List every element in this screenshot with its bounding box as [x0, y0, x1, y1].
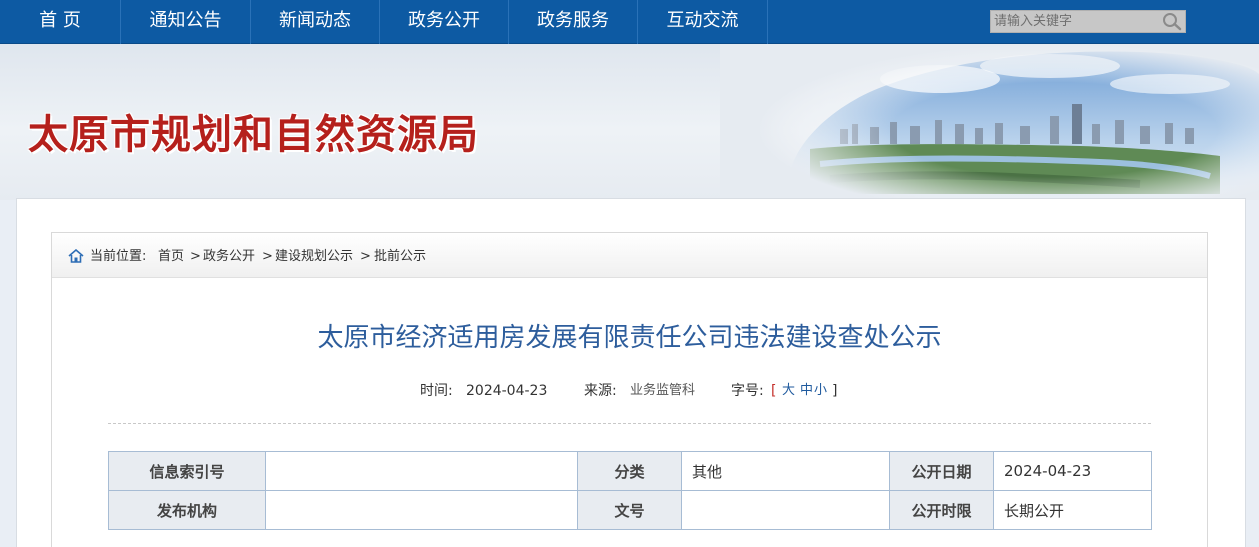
breadcrumb-planning-notice[interactable]: 建设规划公示: [275, 249, 353, 265]
publish-date-header: 公开日期: [889, 451, 994, 491]
breadcrumb-home[interactable]: 首页: [158, 249, 184, 265]
info-table: 信息索引号 分类 其他 公开日期 2024-04-23 发布机构 文号 公开时限…: [108, 451, 1152, 530]
document-number-header: 文号: [577, 490, 682, 530]
nav-interaction[interactable]: 互动交流: [638, 0, 768, 44]
search-button[interactable]: [1160, 11, 1185, 32]
breadcrumb-separator: >: [190, 249, 201, 264]
nav-news[interactable]: 新闻动态: [251, 0, 380, 44]
nav-gov-affairs-open[interactable]: 政务公开: [380, 0, 509, 44]
publisher-value: [265, 490, 578, 530]
source-value: 业务监管科: [630, 383, 696, 398]
home-icon: [68, 249, 84, 263]
publisher-header: 发布机构: [108, 490, 266, 530]
table-row: 信息索引号 分类 其他 公开日期 2024-04-23: [108, 451, 1152, 491]
publish-time: 2024-04-23: [466, 383, 548, 399]
disclosure-period-value: 长期公开: [993, 490, 1152, 530]
publish-date-value: 2024-04-23: [993, 451, 1152, 491]
font-size-bracket-close: ]: [832, 383, 838, 399]
search-icon: [1163, 13, 1182, 31]
document-number-value: [681, 490, 890, 530]
index-number-header: 信息索引号: [108, 451, 266, 491]
nav-gov-services[interactable]: 政务服务: [509, 0, 638, 44]
table-row: 发布机构 文号 公开时限 长期公开: [108, 490, 1152, 530]
font-size-medium-button[interactable]: 中: [800, 382, 813, 400]
category-value: 其他: [681, 451, 890, 491]
article-title: 太原市经济适用房发展有限责任公司违法建设查处公示: [317, 323, 942, 353]
site-title: 太原市规划和自然资源局: [28, 111, 479, 158]
font-size-large-button[interactable]: 大: [782, 382, 795, 400]
breadcrumb-separator: >: [360, 249, 371, 264]
nav-notices[interactable]: 通知公告: [121, 0, 251, 44]
breadcrumb-gov-affairs-open[interactable]: 政务公开: [203, 249, 255, 265]
breadcrumb-pre-approval[interactable]: 批前公示: [374, 249, 426, 265]
breadcrumb: 当前位置: 首页 > 政务公开 > 建设规划公示 > 批前公示: [52, 233, 1207, 278]
header-banner: 太原市规划和自然资源局: [0, 44, 1259, 200]
category-header: 分类: [577, 451, 682, 491]
city-skyline-image: [720, 44, 1259, 200]
font-size-small-button[interactable]: 小: [814, 382, 827, 400]
nav-home[interactable]: 首 页: [0, 0, 121, 44]
font-size-label: 字号:: [731, 383, 764, 399]
source-label: 来源:: [584, 383, 617, 399]
divider: [108, 423, 1151, 424]
breadcrumb-prefix: 当前位置:: [90, 249, 147, 264]
top-navigation: 首 页 通知公告 新闻动态 政务公开 政务服务 互动交流: [0, 0, 1259, 44]
time-label: 时间:: [420, 383, 453, 399]
font-size-bracket-open: [: [771, 383, 777, 399]
search-input[interactable]: [991, 11, 1159, 32]
disclosure-period-header: 公开时限: [889, 490, 994, 530]
breadcrumb-separator: >: [262, 249, 273, 264]
index-number-value: [265, 451, 578, 491]
search-box: [990, 10, 1186, 33]
